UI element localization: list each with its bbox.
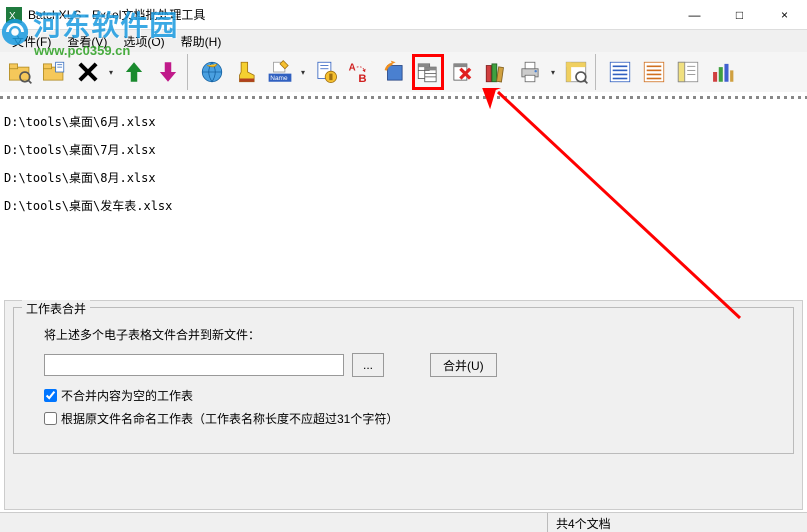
- svg-text:X: X: [9, 11, 16, 22]
- move-up-button[interactable]: [118, 54, 150, 90]
- status-count: 共4个文档: [547, 513, 807, 532]
- skip-empty-label: 不合并内容为空的工作表: [61, 387, 193, 404]
- file-row[interactable]: D:\tools\桌面\7月.xlsx: [4, 143, 803, 157]
- rotate-button[interactable]: [378, 54, 410, 90]
- file-list[interactable]: D:\tools\桌面\6月.xlsx D:\tools\桌面\7月.xlsx …: [0, 99, 807, 299]
- maximize-button[interactable]: □: [717, 0, 762, 29]
- replace-text-button[interactable]: AB: [344, 54, 376, 90]
- titlebar: X BatchXLS - Excel文档批处理工具 — □ ×: [0, 0, 807, 30]
- menu-options[interactable]: 选项(O): [115, 31, 172, 52]
- browse-button[interactable]: ...: [352, 353, 384, 377]
- merge-fieldset: 工作表合并 将上述多个电子表格文件合并到新文件： ... 合并(U) 不合并内容…: [13, 307, 794, 454]
- svg-text:B: B: [358, 73, 366, 85]
- menu-view[interactable]: 查看(V): [59, 31, 115, 52]
- svg-text:Name: Name: [270, 75, 288, 82]
- menubar: 文件(F) 查看(V) 选项(O) 帮助(H): [0, 30, 807, 52]
- skip-empty-checkbox-row[interactable]: 不合并内容为空的工作表: [44, 387, 781, 404]
- bar-chart-button[interactable]: [706, 54, 738, 90]
- rename-checkbox-row[interactable]: 根据原文件名命名工作表（工作表名称长度不应超过31个字符）: [44, 410, 781, 427]
- bottom-panel: 工作表合并 将上述多个电子表格文件合并到新文件： ... 合并(U) 不合并内容…: [4, 300, 803, 510]
- add-file-button[interactable]: [38, 54, 70, 90]
- menu-help[interactable]: 帮助(H): [173, 31, 230, 52]
- remove-button[interactable]: [72, 54, 104, 90]
- remove-dropdown[interactable]: [106, 68, 116, 77]
- file-attr-button[interactable]: [310, 54, 342, 90]
- printer-dropdown[interactable]: [548, 68, 558, 77]
- merge-sheets-button[interactable]: [412, 54, 444, 90]
- file-row[interactable]: D:\tools\桌面\8月.xlsx: [4, 171, 803, 185]
- merge-instruction: 将上述多个电子表格文件合并到新文件：: [44, 326, 781, 343]
- list-orange-button[interactable]: [638, 54, 670, 90]
- delete-sheet-button[interactable]: [446, 54, 478, 90]
- books-button[interactable]: [480, 54, 512, 90]
- rename-dropdown[interactable]: [298, 68, 308, 77]
- list-blue-button[interactable]: [604, 54, 636, 90]
- svg-text:A: A: [349, 62, 356, 73]
- statusbar: 共4个文档: [0, 512, 807, 532]
- open-folder-button[interactable]: [4, 54, 36, 90]
- menu-file[interactable]: 文件(F): [4, 31, 59, 52]
- boot-button[interactable]: [230, 54, 262, 90]
- internet-button[interactable]: [196, 54, 228, 90]
- skip-empty-checkbox[interactable]: [44, 389, 57, 402]
- rename-button[interactable]: Name: [264, 54, 296, 90]
- move-down-button[interactable]: [152, 54, 184, 90]
- minimize-button[interactable]: —: [672, 0, 717, 29]
- window-title: BatchXLS - Excel文档批处理工具: [28, 6, 672, 23]
- printer-button[interactable]: [514, 54, 546, 90]
- merge-legend: 工作表合并: [22, 300, 90, 317]
- rename-checkbox[interactable]: [44, 412, 57, 425]
- list-pane-button[interactable]: [672, 54, 704, 90]
- merge-button[interactable]: 合并(U): [430, 353, 497, 377]
- app-icon: X: [6, 7, 22, 23]
- rename-label: 根据原文件名命名工作表（工作表名称长度不应超过31个字符）: [61, 410, 398, 427]
- close-button[interactable]: ×: [762, 0, 807, 29]
- toolbar: Name AB: [0, 52, 807, 96]
- file-row[interactable]: D:\tools\桌面\发车表.xlsx: [4, 199, 803, 213]
- file-row[interactable]: D:\tools\桌面\6月.xlsx: [4, 115, 803, 129]
- output-path-input[interactable]: [44, 354, 344, 376]
- pivot-button[interactable]: [560, 54, 592, 90]
